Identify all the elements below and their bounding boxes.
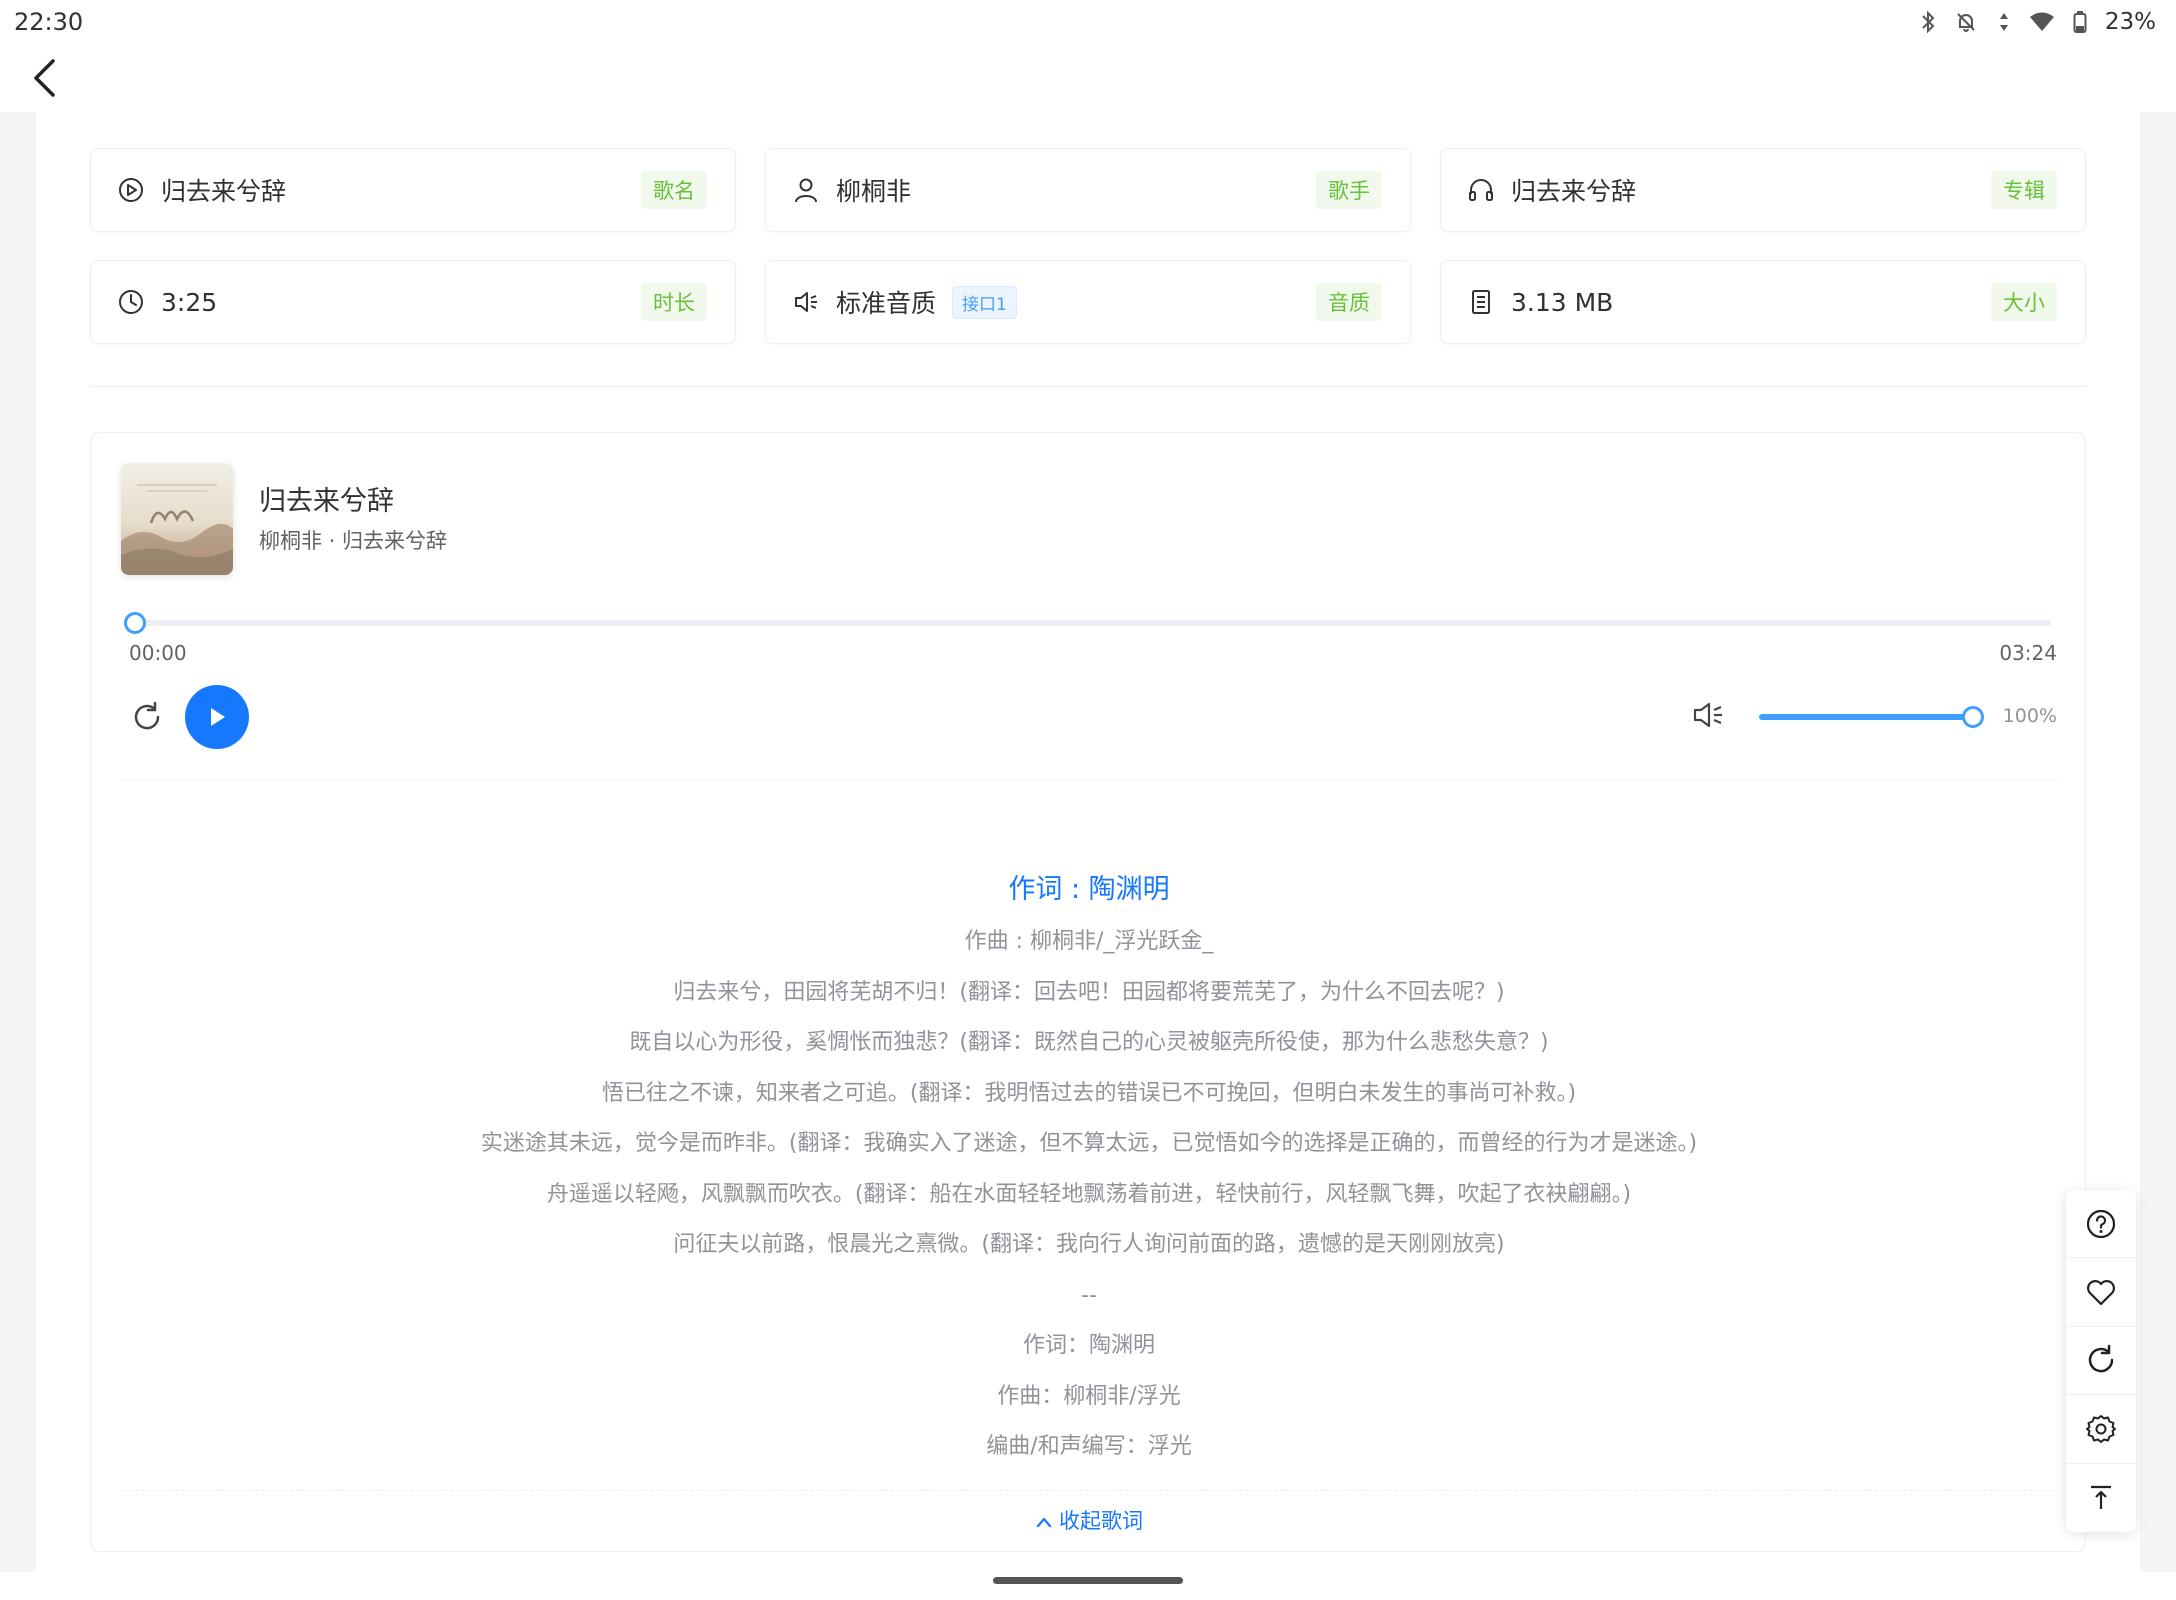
back-button[interactable]: [20, 54, 68, 102]
player-song-subtitle: 柳桐非 · 归去来兮辞: [259, 529, 448, 553]
song-detail-page: 归去来兮辞 歌名 柳桐非 歌手 归去来兮辞 专辑 3:25 时长 标准音质 接口…: [36, 112, 2140, 1572]
progress-handle[interactable]: [124, 612, 146, 634]
play-button[interactable]: [185, 685, 249, 749]
mute-icon: [1953, 8, 1979, 36]
back-to-top-button[interactable]: [2066, 1464, 2136, 1532]
home-indicator[interactable]: [993, 1577, 1183, 1584]
data-icon: [1991, 8, 2017, 36]
lyric-line: --: [1081, 1282, 1097, 1308]
user-icon: [792, 176, 820, 204]
current-time: 00:00: [129, 641, 187, 665]
section-divider: [90, 386, 2086, 387]
battery-icon: [2067, 8, 2093, 36]
quality-value: 标准音质: [836, 289, 937, 318]
volume-slider[interactable]: [1759, 706, 1984, 728]
lyric-line: 悟已往之不谏，知来者之可追。(翻译：我明悟过去的错误已不可挽回，但明白未发生的事…: [601, 1080, 1577, 1106]
lyric-line: 作曲：柳桐非/浮光: [997, 1383, 1181, 1409]
lyric-line: 作词：陶渊明: [1022, 1333, 1155, 1358]
info-card-quality: 标准音质 接口1 音质: [765, 260, 1411, 344]
progress-bar[interactable]: [124, 612, 2051, 634]
speaker-icon: [792, 288, 820, 316]
collapse-lyrics-button[interactable]: 收起歌词: [91, 1505, 2087, 1535]
volume-icon: [1693, 702, 1722, 728]
api-source-tag: 接口1: [952, 285, 1017, 319]
status-icons: 23%: [1915, 8, 2156, 36]
lyrics-divider: [121, 1490, 2057, 1491]
info-card-duration: 3:25 时长: [90, 260, 736, 344]
battery-level: 23%: [2104, 9, 2156, 35]
chevron-up-icon: [1035, 1510, 1053, 1534]
song-info-grid: 归去来兮辞 歌名 柳桐非 歌手 归去来兮辞 专辑 3:25 时长 标准音质 接口…: [90, 148, 2086, 344]
floating-toolbar: [2066, 1190, 2136, 1532]
lyric-line: 既自以心为形役，奚惆怅而独悲？(翻译：既然自己的心灵被躯壳所役使，那为什么悲愁失…: [629, 1030, 1549, 1055]
headphones-icon: [1467, 176, 1495, 204]
system-nav-bar: [0, 1572, 2176, 1600]
lyric-line: 归去来兮，田园将芜胡不归！(翻译：回去吧！田园都将要荒芜了，为什么不回去呢？): [673, 979, 1505, 1005]
back-arrow-icon: [34, 59, 55, 97]
refresh-icon: [134, 701, 160, 730]
volume-handle[interactable]: [1962, 706, 1984, 728]
audio-player: 归去来兮辞 柳桐非 · 归去来兮辞 00:00 03:24 100% 作词: …: [90, 432, 2086, 1552]
artist-name: 柳桐非: [836, 177, 912, 206]
album-tag: 专辑: [1991, 171, 2057, 209]
info-card-album: 归去来兮辞 专辑: [1440, 148, 2086, 232]
lyrics-panel: 作词 : 陶渊明 作曲 : 柳桐非/_浮光跃金_ 归去来兮，田园将芜胡不归！(翻…: [91, 863, 2087, 1473]
help-button[interactable]: [2066, 1190, 2136, 1259]
controls-divider: [121, 779, 2057, 780]
file-icon: [1467, 288, 1495, 316]
clock-icon: [117, 288, 145, 316]
size-tag: 大小: [1991, 283, 2057, 321]
top-bar: [0, 44, 2176, 112]
lyric-line-active: 作词 : 陶渊明: [1008, 874, 1170, 905]
heart-icon: [2087, 1280, 2115, 1306]
size-value: 3.13 MB: [1511, 287, 1614, 317]
refresh-icon: [2088, 1345, 2114, 1373]
lyric-line: 编曲/和声编写：浮光: [986, 1434, 1192, 1459]
duration-tag: 时长: [641, 283, 707, 321]
play-icon: [211, 708, 225, 726]
lyric-line: 实迷途其未远，觉今是而昨非。(翻译：我确实入了迷途，但不算太远，已觉悟如今的选择…: [480, 1131, 1698, 1156]
collapse-lyrics-label: 收起歌词: [1059, 1509, 1143, 1533]
back-to-top-icon: [2091, 1485, 2111, 1509]
player-song-title: 归去来兮辞: [259, 486, 394, 517]
wifi-icon: [2029, 8, 2055, 36]
app-root: 22:30 23% 归去来兮辞 歌名 柳桐非 歌手 归去来兮辞 专辑 3:25 …: [0, 0, 2176, 1600]
artist-tag: 歌手: [1316, 171, 1382, 209]
info-card-artist: 柳桐非 歌手: [765, 148, 1411, 232]
album-cover: [121, 463, 233, 575]
replay-button[interactable]: [125, 695, 169, 739]
lyric-line: 问征夫以前路，恨晨光之熹微。(翻译：我向行人询问前面的路，遗憾的是天刚刚放亮): [673, 1232, 1505, 1257]
settings-icon: [2086, 1414, 2116, 1443]
bluetooth-icon: [1915, 8, 1941, 36]
play-circle-icon: [117, 176, 145, 204]
settings-button[interactable]: [2066, 1395, 2136, 1464]
quality-tag: 音质: [1316, 283, 1382, 321]
volume-button[interactable]: [1689, 695, 1729, 735]
info-card-song: 归去来兮辞 歌名: [90, 148, 736, 232]
volume-percent: 100%: [2002, 705, 2057, 727]
album-name: 归去来兮辞: [1511, 177, 1637, 206]
help-icon: [2086, 1209, 2116, 1238]
info-card-size: 3.13 MB 大小: [1440, 260, 2086, 344]
status-time: 22:30: [14, 8, 84, 36]
total-time: 03:24: [1999, 641, 2057, 665]
lyric-line: 作曲 : 柳桐非/_浮光跃金_: [964, 929, 1214, 954]
reload-button[interactable]: [2066, 1327, 2136, 1396]
favorite-button[interactable]: [2066, 1258, 2136, 1327]
song-name-tag: 歌名: [641, 171, 707, 209]
volume-fill: [1759, 714, 1973, 720]
duration-value: 3:25: [161, 287, 218, 317]
song-name: 归去来兮辞: [161, 177, 287, 206]
lyric-line: 舟遥遥以轻飏，风飘飘而吹衣。(翻译：船在水面轻轻地飘荡着前进，轻快前行，风轻飘飞…: [546, 1181, 1632, 1207]
status-bar: 22:30 23%: [0, 0, 2176, 44]
